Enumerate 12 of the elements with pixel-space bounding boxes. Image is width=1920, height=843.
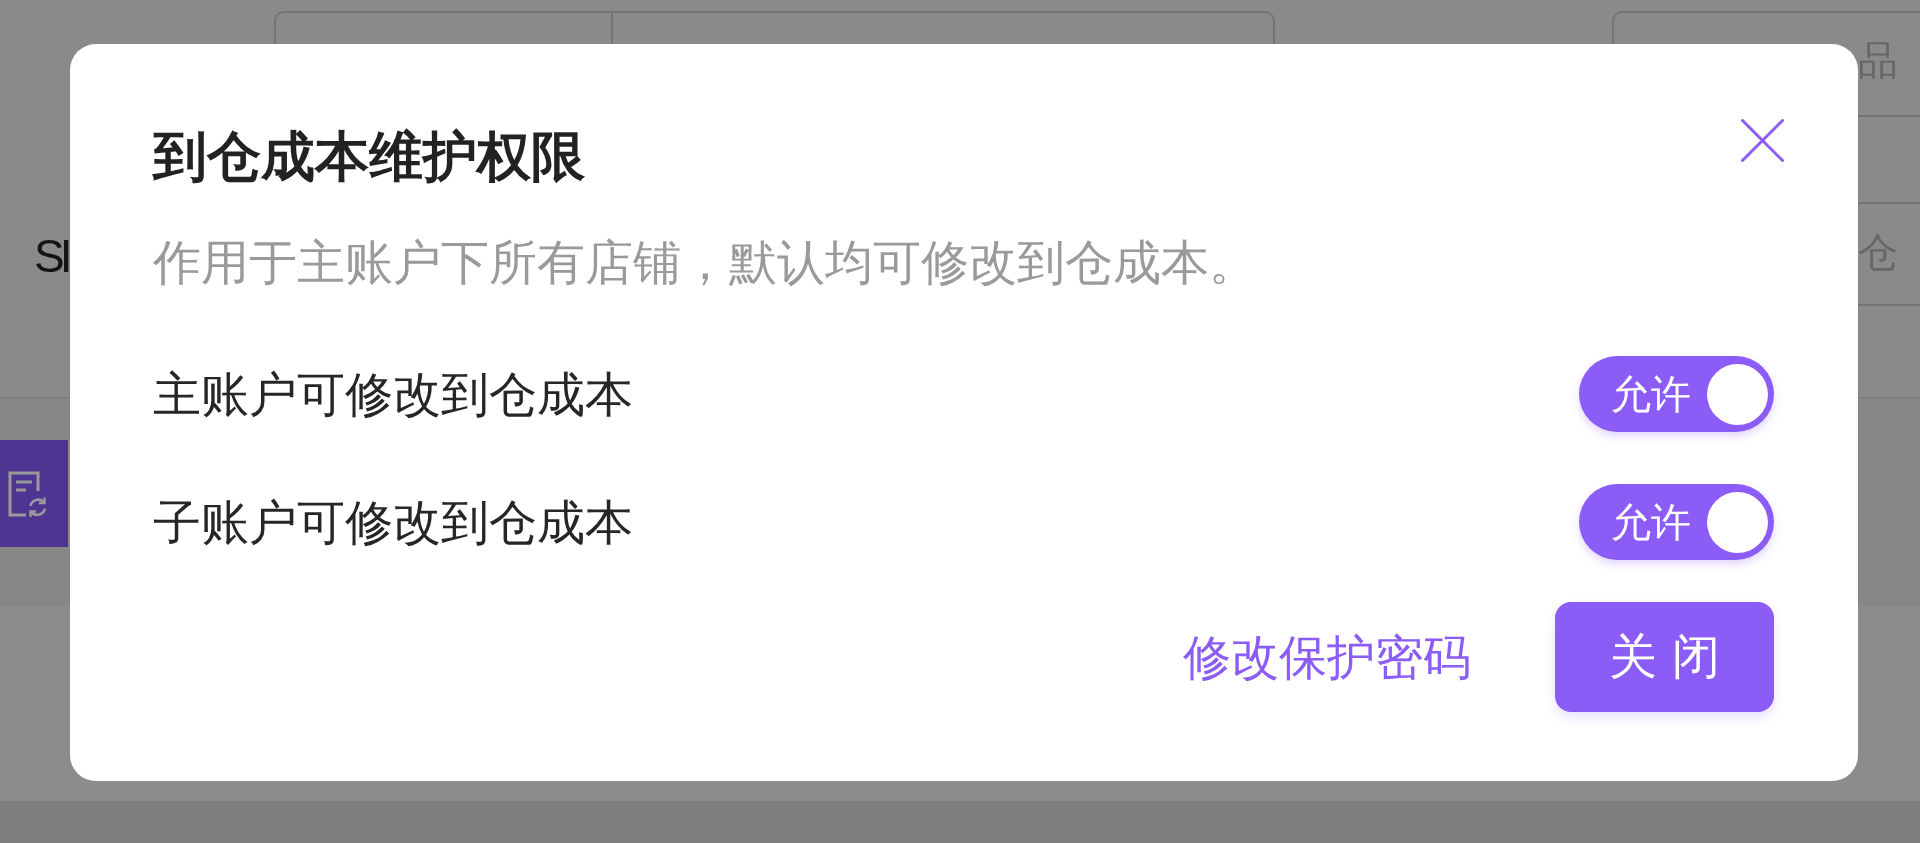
setting-label: 主账户可修改到仓成本	[153, 366, 633, 422]
change-password-link[interactable]: 修改保护密码	[1183, 629, 1471, 685]
field-label: SI	[34, 229, 68, 279]
toggle-switch[interactable]: 允许	[1579, 484, 1774, 560]
dialog-title: 到仓成本维护权限	[153, 127, 585, 187]
document-refresh-icon	[7, 469, 48, 518]
side-tab[interactable]	[0, 440, 68, 547]
close-icon[interactable]	[1741, 119, 1784, 162]
setting-label: 子账户可修改到仓成本	[153, 494, 633, 550]
toggle-switch[interactable]: 允许	[1579, 356, 1774, 432]
dialog-description: 作用于主账户下所有店铺，默认均可修改到仓成本。	[153, 234, 1258, 290]
close-dialog-button[interactable]: 关 闭	[1555, 602, 1774, 712]
